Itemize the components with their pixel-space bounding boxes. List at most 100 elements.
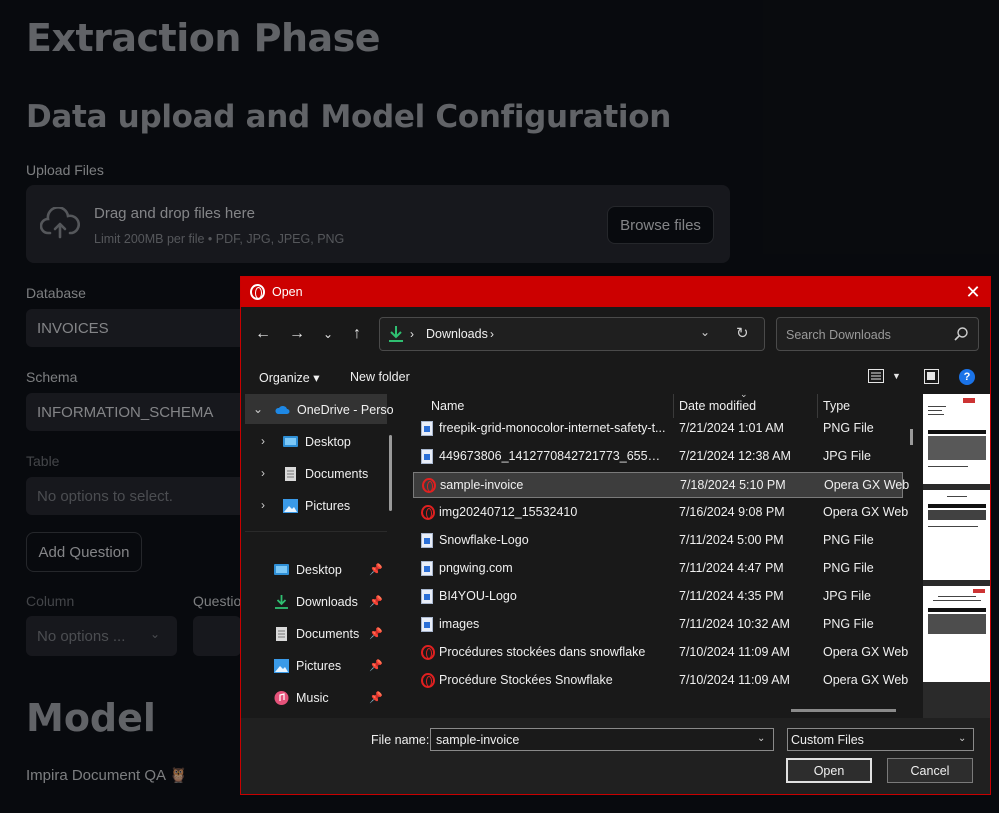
file-date: 7/11/2024 4:47 PM bbox=[679, 561, 784, 575]
back-arrow-icon[interactable]: ← bbox=[252, 323, 274, 345]
new-folder-button[interactable]: New folder bbox=[350, 370, 410, 384]
search-placeholder: Search Downloads bbox=[786, 328, 891, 342]
onedrive-cloud-icon bbox=[275, 405, 290, 414]
preview-pane-icon[interactable] bbox=[924, 369, 939, 384]
file-row[interactable]: 449673806_1412770842721773_655822172... 7… bbox=[413, 444, 903, 470]
organize-button[interactable]: Organize ▾ bbox=[259, 370, 319, 385]
file-name: BI4YOU-Logo bbox=[439, 589, 517, 603]
help-icon[interactable]: ? bbox=[959, 369, 975, 385]
sort-indicator-icon: ⌄ bbox=[740, 389, 748, 399]
expand-chevron-icon[interactable]: ⌄ bbox=[253, 402, 263, 416]
file-row[interactable]: freepik-grid-monocolor-internet-safety-t… bbox=[413, 416, 903, 442]
column-divider[interactable] bbox=[673, 394, 674, 418]
file-name: images bbox=[439, 617, 480, 631]
pin-icon: 📌 bbox=[369, 628, 383, 640]
address-bar[interactable]: › Downloads › ⌄ ↻ bbox=[379, 317, 765, 351]
schema-select[interactable]: INFORMATION_SCHEMA bbox=[26, 393, 266, 431]
chevron-down-icon: ⌄ bbox=[150, 627, 161, 641]
up-arrow-icon[interactable]: ↑ bbox=[346, 323, 368, 345]
horizontal-scrollbar[interactable] bbox=[791, 709, 896, 712]
expand-chevron-icon[interactable]: › bbox=[261, 466, 265, 480]
file-row[interactable]: img20240712_15532410 7/16/2024 9:08 PM Ope… bbox=[413, 500, 908, 526]
nav-scrollbar[interactable] bbox=[389, 435, 392, 511]
file-date: 7/18/2024 5:10 PM bbox=[680, 478, 786, 492]
column-header-type[interactable]: Type bbox=[823, 399, 850, 413]
file-list-scrollbar[interactable] bbox=[910, 429, 913, 445]
file-row[interactable]: BI4YOU-Logo 7/11/2024 4:35 PM JPG File bbox=[413, 584, 903, 610]
image-file-icon bbox=[421, 533, 433, 548]
image-file-icon bbox=[421, 421, 433, 436]
view-options-icon[interactable] bbox=[868, 369, 884, 383]
open-button[interactable]: Open bbox=[786, 758, 872, 783]
file-row[interactable]: pngwing.com 7/11/2024 4:47 PM PNG File bbox=[413, 556, 903, 582]
opera-file-icon bbox=[421, 645, 435, 660]
database-select[interactable]: INVOICES bbox=[26, 309, 266, 347]
column-divider[interactable] bbox=[817, 394, 818, 418]
view-dropdown-icon[interactable]: ▼ bbox=[892, 371, 901, 381]
cloud-upload-icon bbox=[40, 207, 80, 239]
add-question-button[interactable]: Add Question bbox=[26, 532, 142, 572]
pin-icon: 📌 bbox=[369, 596, 383, 608]
cancel-button[interactable]: Cancel bbox=[887, 758, 973, 783]
question-input[interactable] bbox=[193, 616, 241, 656]
refresh-icon[interactable]: ↻ bbox=[736, 324, 749, 342]
expand-chevron-icon[interactable]: › bbox=[261, 498, 265, 512]
file-name: freepik-grid-monocolor-internet-safety-t… bbox=[439, 421, 666, 435]
chevron-down-icon: ⌄ bbox=[958, 733, 967, 744]
dialog-title: Open bbox=[272, 285, 303, 299]
close-icon[interactable]: ✕ bbox=[959, 279, 987, 305]
expand-chevron-icon[interactable]: › bbox=[261, 434, 265, 448]
nav-quick-label: Documents bbox=[296, 627, 360, 641]
file-row[interactable]: sample-invoice 7/18/2024 5:10 PM Opera GX … bbox=[413, 472, 909, 498]
address-dropdown-icon[interactable]: ⌄ bbox=[700, 325, 710, 339]
music-icon bbox=[274, 691, 289, 705]
recent-locations-chevron-icon[interactable]: ⌄ bbox=[317, 323, 339, 345]
forward-arrow-icon[interactable]: → bbox=[286, 323, 308, 345]
pictures-icon bbox=[283, 499, 298, 513]
pin-icon: 📌 bbox=[369, 692, 383, 704]
file-type-select[interactable]: Custom Files ⌄ bbox=[787, 728, 974, 751]
file-name: Snowflake-Logo bbox=[439, 533, 529, 547]
navigation-pane: ⌄ OneDrive - Perso › Desktop › Documents… bbox=[241, 394, 393, 718]
image-file-icon bbox=[421, 617, 433, 632]
page-title: Extraction Phase bbox=[26, 16, 381, 60]
upload-label: Upload Files bbox=[26, 162, 104, 178]
column-header-name[interactable]: Name bbox=[431, 399, 464, 413]
column-select[interactable]: No options ... ⌄ bbox=[26, 616, 177, 656]
opera-logo-icon bbox=[250, 284, 265, 300]
file-type: Opera GX Web bbox=[823, 645, 909, 659]
file-date: 7/21/2024 1:01 AM bbox=[679, 421, 784, 435]
column-header-date[interactable]: Date modified bbox=[679, 399, 756, 413]
download-folder-icon bbox=[389, 326, 403, 342]
breadcrumb-downloads[interactable]: Downloads bbox=[426, 327, 488, 341]
file-type-value: Custom Files bbox=[791, 733, 864, 747]
database-label: Database bbox=[26, 285, 86, 301]
file-name-input[interactable]: sample-invoice ⌄ bbox=[430, 728, 774, 751]
search-icon bbox=[954, 327, 968, 341]
chevron-down-icon[interactable]: ⌄ bbox=[757, 733, 765, 744]
pin-icon: 📌 bbox=[369, 564, 383, 576]
browse-files-button[interactable]: Browse files bbox=[607, 206, 714, 244]
file-type: PNG File bbox=[823, 533, 874, 547]
image-file-icon bbox=[421, 561, 433, 576]
pictures-icon bbox=[274, 659, 289, 673]
file-name: Procédure Stockées Snowflake bbox=[439, 673, 613, 687]
search-box[interactable]: Search Downloads bbox=[776, 317, 979, 351]
image-file-icon bbox=[421, 449, 433, 464]
file-row[interactable]: Procédures stockées dans snowflake 7/10/2… bbox=[413, 640, 908, 666]
file-name: Procédures stockées dans snowflake bbox=[439, 645, 646, 659]
file-type: PNG File bbox=[823, 561, 874, 575]
upload-limit-text: Limit 200MB per file • PDF, JPG, JPEG, P… bbox=[94, 232, 345, 246]
file-row[interactable]: images 7/11/2024 10:32 AM PNG File bbox=[413, 612, 903, 638]
file-date: 7/11/2024 10:32 AM bbox=[679, 617, 790, 631]
preview-page-3 bbox=[923, 586, 990, 682]
file-dropzone[interactable]: Drag and drop files here Limit 200MB per… bbox=[26, 185, 730, 263]
file-row[interactable]: Procédure Stockées Snowflake 7/10/2024 11… bbox=[413, 668, 908, 694]
file-row[interactable]: Snowflake-Logo 7/11/2024 5:00 PM PNG File bbox=[413, 528, 903, 554]
preview-pane bbox=[923, 394, 990, 718]
documents-icon bbox=[285, 467, 296, 481]
table-select[interactable]: No options to select. bbox=[26, 477, 266, 515]
file-date: 7/11/2024 4:35 PM bbox=[679, 589, 784, 603]
breadcrumb-chevron-icon[interactable]: › bbox=[490, 327, 494, 341]
dialog-titlebar[interactable]: Open ✕ bbox=[241, 277, 990, 307]
